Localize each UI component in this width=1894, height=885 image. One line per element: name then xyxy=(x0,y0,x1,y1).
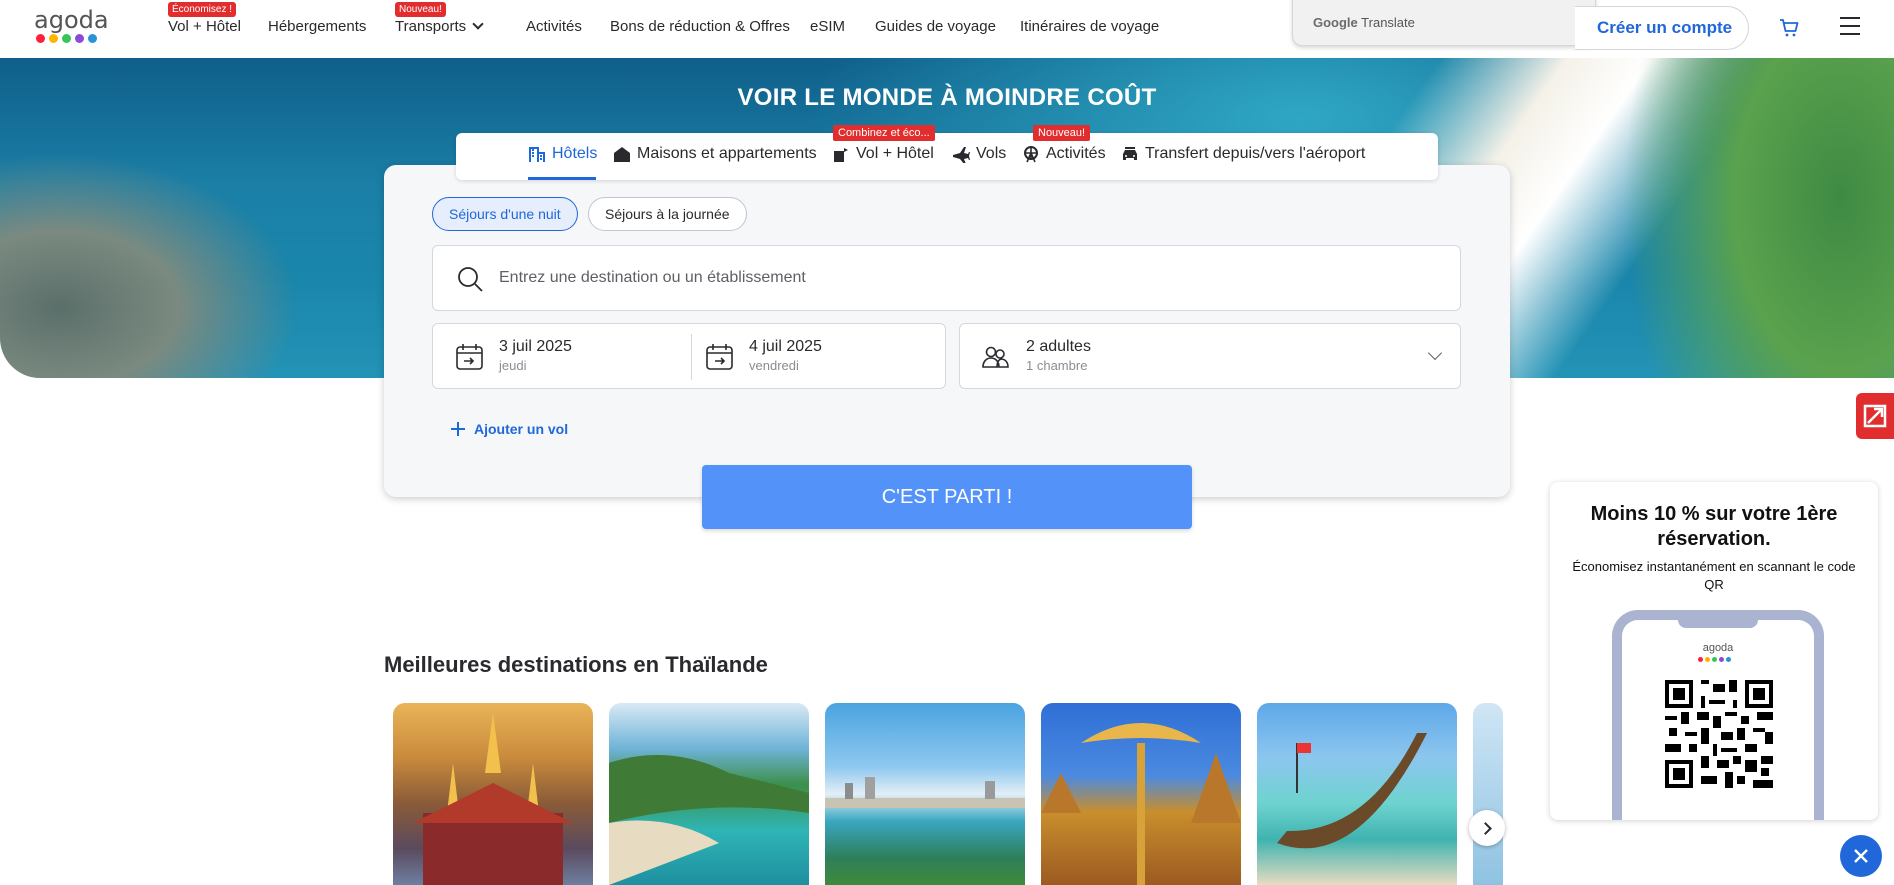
promo-text: Économisez instantanément en scannant le… xyxy=(1572,559,1856,592)
tab-activities[interactable]: Activités xyxy=(1022,145,1106,163)
create-account-button[interactable]: Créer un compte xyxy=(1575,6,1749,50)
destination-card-partial[interactable] xyxy=(1473,703,1503,885)
nav-label: Activités xyxy=(526,18,582,35)
side-promo-tab[interactable] xyxy=(1856,393,1894,439)
search-submit-button[interactable]: C'EST PARTI ! xyxy=(702,465,1192,529)
plus-icon xyxy=(451,422,465,436)
nav-item-esim[interactable]: eSIM xyxy=(810,18,845,35)
nav-item-travel-guides[interactable]: Guides de voyage xyxy=(875,18,996,35)
house-icon xyxy=(614,147,630,162)
close-promo-button[interactable] xyxy=(1840,835,1882,877)
chevron-right-icon xyxy=(1479,821,1492,835)
top-navigation-bar: agoda Économisez ! Vol + Hôtel Hébergeme… xyxy=(0,0,1894,58)
google-translate-widget[interactable]: Google Translate xyxy=(1292,0,1596,46)
bay-city-image xyxy=(825,777,1025,808)
nav-label: Vol + Hôtel xyxy=(168,18,241,35)
destination-card[interactable] xyxy=(609,703,809,885)
search-panel: Séjours d'une nuit Séjours à la journée … xyxy=(384,165,1510,497)
tab-flights[interactable]: Vols xyxy=(952,145,1006,163)
active-tab-indicator xyxy=(528,177,596,180)
promo-title: Moins 10 % sur votre 1ère réservation. xyxy=(1590,503,1838,550)
tab-label: Vol + Hôtel xyxy=(856,145,934,162)
tab-homes[interactable]: Maisons et appartements xyxy=(613,145,817,163)
qr-code[interactable] xyxy=(1665,680,1773,788)
date-range-picker[interactable]: 3 juil 2025 jeudi 4 juil 2025 vendredi xyxy=(432,323,946,389)
close-icon xyxy=(1854,849,1868,863)
destination-card[interactable] xyxy=(1257,703,1457,885)
checkin-date[interactable]: 3 juil 2025 jeudi xyxy=(499,338,572,373)
coast-image xyxy=(609,755,809,885)
hotel-icon xyxy=(529,147,545,162)
nav-item-accommodations[interactable]: Hébergements xyxy=(268,18,366,35)
nav-item-flight-hotel[interactable]: Économisez ! Vol + Hôtel xyxy=(168,2,241,35)
destination-card[interactable] xyxy=(1041,703,1241,885)
app-promo-popup: Moins 10 % sur votre 1ère réservation. É… xyxy=(1550,482,1878,820)
logo-dots xyxy=(36,34,109,43)
nav-label: eSIM xyxy=(810,18,846,35)
top-destinations-title: Meilleures destinations en Thaïlande xyxy=(384,652,768,677)
hamburger-menu-icon[interactable] xyxy=(1840,17,1860,41)
nav-label: Transports xyxy=(395,18,467,35)
search-icon xyxy=(455,264,485,299)
destination-placeholder: Entrez une destination ou un établisseme… xyxy=(499,269,806,286)
nav-item-transports[interactable]: Nouveau! Transports xyxy=(395,2,484,35)
nav-item-deals[interactable]: Bons de réduction & Offres xyxy=(610,18,790,35)
ferris-wheel-icon xyxy=(1024,146,1038,163)
chevron-down-icon xyxy=(472,18,484,30)
chevron-down-icon xyxy=(1427,345,1443,361)
people-icon xyxy=(980,342,1010,377)
guests-summary: 2 adultes 1 chambre xyxy=(1026,338,1091,373)
tab-flight-hotel[interactable]: Vol + Hôtel xyxy=(832,145,934,163)
plane-icon xyxy=(953,147,970,163)
nav-label: Itinéraires de voyage xyxy=(1020,18,1160,35)
destination-card[interactable] xyxy=(393,703,593,885)
google-translate-label: Google Translate xyxy=(1313,15,1415,30)
building-plane-icon xyxy=(834,148,848,162)
checkout-date[interactable]: 4 juil 2025 vendredi xyxy=(749,338,822,373)
tab-airport-transfer[interactable]: Transfert depuis/vers l'aéroport xyxy=(1121,145,1365,163)
nav-label: Guides de voyage xyxy=(875,18,996,35)
tab-badge-new: Nouveau! xyxy=(1033,125,1091,141)
date-divider xyxy=(691,334,692,380)
calendar-checkin-icon xyxy=(455,342,485,377)
tab-label: Transfert depuis/vers l'aéroport xyxy=(1145,145,1366,162)
car-icon xyxy=(1123,147,1137,160)
nav-label: Hébergements xyxy=(268,18,367,35)
agoda-logo[interactable]: agoda xyxy=(34,8,109,43)
temple-image xyxy=(413,713,573,885)
carousel-next-button[interactable] xyxy=(1469,810,1505,846)
destination-search-input[interactable]: Entrez une destination ou un établisseme… xyxy=(432,245,1461,311)
golden-umbrella-image xyxy=(1041,723,1241,885)
expand-icon xyxy=(1863,404,1887,428)
destination-card[interactable] xyxy=(825,703,1025,885)
tab-hotels[interactable]: Hôtels xyxy=(528,145,597,163)
phone-notch xyxy=(1678,610,1758,628)
longtail-boat-image xyxy=(1277,733,1427,849)
phone-logo: agoda xyxy=(1702,642,1734,654)
cart-icon[interactable] xyxy=(1778,17,1800,44)
hero-title: VOIR LE MONDE À MOINDRE COÛT xyxy=(737,84,1157,111)
phone-logo-dots xyxy=(1698,657,1731,662)
guests-rooms-selector[interactable]: 2 adultes 1 chambre xyxy=(959,323,1461,389)
tab-badge-combine: Combinez et éco... xyxy=(833,125,935,141)
nav-item-itineraries[interactable]: Itinéraires de voyage xyxy=(1020,18,1159,35)
tab-label: Hôtels xyxy=(552,145,598,162)
tab-label: Vols xyxy=(976,145,1007,162)
day-use-stays-pill[interactable]: Séjours à la journée xyxy=(588,197,747,231)
nav-badge-save: Économisez ! xyxy=(168,2,237,17)
nav-label: Bons de réduction & Offres xyxy=(610,18,790,35)
calendar-checkout-icon xyxy=(705,342,735,377)
phone-illustration: agoda xyxy=(1612,610,1824,820)
nav-item-activities[interactable]: Activités xyxy=(526,18,582,35)
nav-badge-new: Nouveau! xyxy=(395,2,446,17)
add-flight-link[interactable]: Ajouter un vol xyxy=(450,421,568,437)
tab-label: Maisons et appartements xyxy=(637,145,817,162)
search-type-tabs: Hôtels Maisons et appartements Vol + Hôt… xyxy=(456,133,1438,180)
logo-text: agoda xyxy=(34,6,109,34)
overnight-stays-pill[interactable]: Séjours d'une nuit xyxy=(432,197,578,231)
tab-label: Activités xyxy=(1046,145,1106,162)
